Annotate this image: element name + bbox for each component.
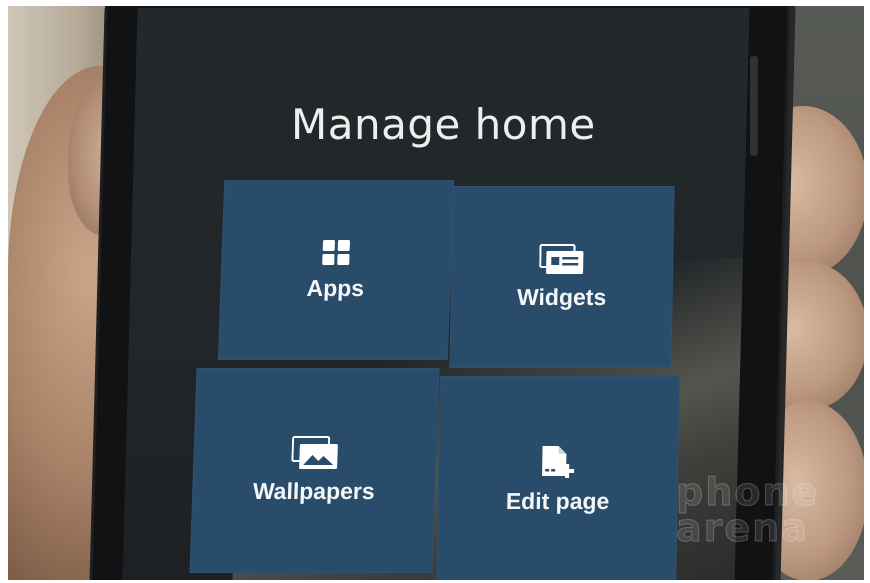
- wallpapers-label: Wallpapers: [252, 478, 376, 504]
- edit-page-tile[interactable]: Edit page: [436, 376, 680, 580]
- widgets-label: Widgets: [516, 283, 607, 310]
- widgets-icon: [539, 243, 584, 274]
- watermark-logo: phone arena: [675, 473, 819, 548]
- screen-title: Manage home: [291, 100, 596, 149]
- photo-background: Manage home Apps Widgets Wallpapers Edit…: [8, 6, 864, 580]
- phone-side-button: [750, 56, 758, 156]
- edit-page-label: Edit page: [505, 487, 610, 514]
- watermark-line-2: arena: [676, 506, 809, 550]
- grid-icon: [322, 239, 351, 265]
- apps-label: Apps: [306, 274, 365, 301]
- widgets-tile[interactable]: Widgets: [449, 186, 675, 368]
- wallpapers-tile[interactable]: Wallpapers: [189, 368, 440, 573]
- add-page-icon: [542, 445, 575, 478]
- wallpaper-icon: [290, 436, 338, 469]
- apps-tile[interactable]: Apps: [217, 180, 455, 360]
